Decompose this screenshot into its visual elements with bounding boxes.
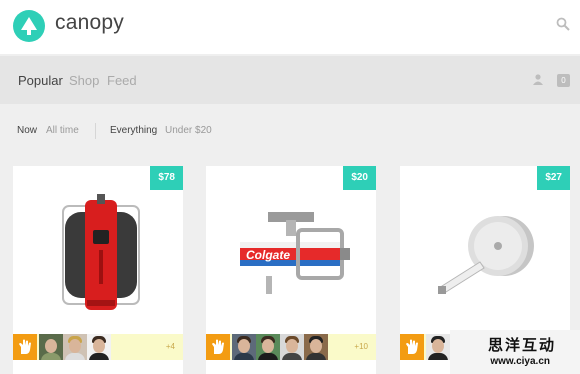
filter-under-20[interactable]: Under $20	[165, 125, 212, 136]
cart-count-badge[interactable]: 0	[557, 74, 570, 87]
toothpaste-squeezer-image: Colgate	[240, 212, 350, 294]
filter-now[interactable]: Now	[17, 125, 37, 136]
avatar[interactable]	[87, 334, 111, 360]
likes-bar[interactable]: +10	[206, 334, 376, 360]
product-card[interactable]: $78 +4	[13, 166, 183, 374]
top-header: canopy	[0, 0, 580, 54]
avatar[interactable]	[256, 334, 280, 360]
avatar[interactable]	[304, 334, 328, 360]
canopy-logo[interactable]	[13, 10, 45, 42]
tab-feed[interactable]: Feed	[107, 73, 137, 88]
extra-likes-count[interactable]: +10	[354, 342, 368, 351]
avatar[interactable]	[232, 334, 256, 360]
avatar[interactable]	[426, 334, 450, 360]
price-tag: $20	[343, 166, 376, 190]
red-backpack-suitcase-image	[62, 194, 140, 310]
main-nav: Popular Shop Feed 0	[0, 56, 580, 104]
avatar[interactable]	[63, 334, 87, 360]
filter-all-time[interactable]: All time	[46, 125, 79, 136]
toothpaste-brand-text: Colgate	[246, 248, 290, 262]
brand-name[interactable]: canopy	[55, 11, 124, 35]
likes-bar[interactable]: +4	[13, 334, 183, 360]
extra-likes-count[interactable]: +4	[166, 342, 175, 351]
watermark-text: 思洋互动	[487, 337, 556, 354]
watermark: 思洋互动 www.ciya.cn	[450, 330, 580, 374]
filter-divider	[95, 123, 96, 139]
tape-measure-image	[438, 216, 534, 294]
like-button[interactable]	[206, 334, 230, 360]
like-button[interactable]	[400, 334, 424, 360]
tab-shop[interactable]: Shop	[69, 73, 99, 88]
price-tag: $27	[537, 166, 570, 190]
search-icon[interactable]	[556, 17, 570, 31]
avatar[interactable]	[280, 334, 304, 360]
avatar[interactable]	[39, 334, 63, 360]
watermark-url: www.ciya.cn	[490, 356, 550, 367]
tab-popular[interactable]: Popular	[18, 73, 63, 88]
tree-icon	[21, 17, 37, 35]
user-icon[interactable]	[533, 74, 543, 85]
filter-everything[interactable]: Everything	[110, 125, 157, 136]
hand-icon	[212, 339, 224, 354]
hand-icon	[19, 339, 31, 354]
like-button[interactable]	[13, 334, 37, 360]
hand-icon	[406, 339, 418, 354]
price-tag: $78	[150, 166, 183, 190]
product-card[interactable]: $20 Colgate +10	[206, 166, 376, 374]
